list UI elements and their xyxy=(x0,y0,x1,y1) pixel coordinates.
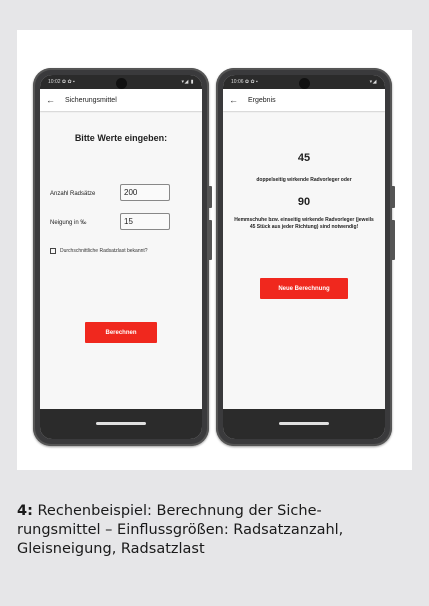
result-number-single-sided: 90 xyxy=(297,196,311,208)
status-icons: ▾◢ xyxy=(369,79,377,85)
status-icons: ▾◢ ▮ xyxy=(181,79,194,85)
slope-label: Neigung in ‰ xyxy=(50,220,87,226)
axles-label: Anzahl Radsätze xyxy=(50,191,96,197)
camera-icon xyxy=(115,78,127,89)
axle-load-checkbox[interactable] xyxy=(50,248,56,254)
axle-load-checkbox-row[interactable]: Durchschnittliche Radsatzlast bekannt? xyxy=(50,248,148,254)
nav-bar xyxy=(40,409,202,439)
app-bar: ← Ergebnis xyxy=(223,89,385,111)
app-bar-title: Sicherungsmittel xyxy=(65,96,117,104)
new-calculation-button[interactable]: Neue Berechnung xyxy=(260,278,348,299)
app-bar-title: Ergebnis xyxy=(248,96,276,104)
caption-number: 4: xyxy=(17,503,33,519)
volume-button xyxy=(391,186,395,208)
slope-input[interactable]: 15 xyxy=(120,213,170,230)
app-bar: ← Sicherungsmittel xyxy=(40,89,202,111)
status-time: 10:02 ✿ ✿ ▪ xyxy=(48,79,75,85)
camera-icon xyxy=(298,78,310,89)
power-button xyxy=(208,220,212,260)
axles-input[interactable]: 200 xyxy=(120,184,170,201)
figure-area: 10:02 ✿ ✿ ▪ ▾◢ ▮ ← Sicherungsmittel Bitt… xyxy=(17,30,412,470)
back-arrow-icon[interactable]: ← xyxy=(229,95,238,105)
phone-result-screen: 10:06 ✿ ✿ ▪ ▾◢ ← Ergebnis 45 doppelseiti… xyxy=(216,68,395,446)
result-text-single-sided: Hemmschuhe bzw. einseitig wirkende Radvo… xyxy=(234,217,374,230)
back-arrow-icon[interactable]: ← xyxy=(46,95,55,105)
form-heading: Bitte Werte eingeben: xyxy=(74,133,168,143)
result-text-double-sided: doppelseitig wirkende Radvorleger oder xyxy=(256,177,352,183)
checkbox-label: Durchschnittliche Radsatzlast bekannt? xyxy=(60,248,148,254)
volume-button xyxy=(208,186,212,208)
nav-bar xyxy=(223,409,385,439)
power-button xyxy=(391,220,395,260)
home-indicator[interactable] xyxy=(96,422,146,425)
screen: 10:02 ✿ ✿ ▪ ▾◢ ▮ ← Sicherungsmittel Bitt… xyxy=(40,75,202,439)
phone-input-screen: 10:02 ✿ ✿ ▪ ▾◢ ▮ ← Sicherungsmittel Bitt… xyxy=(33,68,212,446)
screen: 10:06 ✿ ✿ ▪ ▾◢ ← Ergebnis 45 doppelseiti… xyxy=(223,75,385,439)
calculate-button[interactable]: Berechnen xyxy=(85,322,157,343)
form-content: Bitte Werte eingeben: Anzahl Radsätze 20… xyxy=(40,111,202,409)
home-indicator[interactable] xyxy=(279,422,329,425)
figure-caption: 4: Rechenbeispiel: Berechnung der Siche-… xyxy=(17,502,417,559)
result-number-double-sided: 45 xyxy=(297,152,311,164)
status-time: 10:06 ✿ ✿ ▪ xyxy=(231,79,258,85)
result-content: 45 doppelseitig wirkende Radvorleger ode… xyxy=(223,111,385,409)
caption-text: Rechenbeispiel: Berechnung der Siche- ru… xyxy=(17,503,344,557)
